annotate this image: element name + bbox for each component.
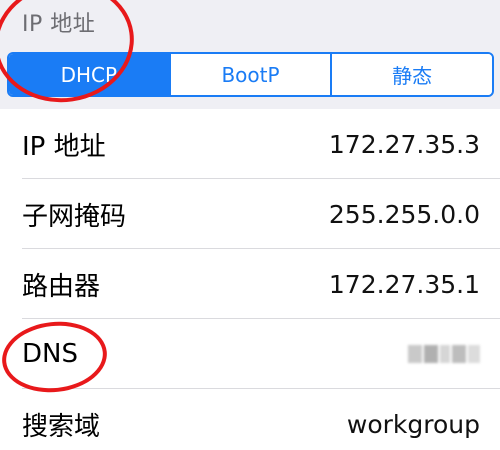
row-subnet-mask[interactable]: 子网掩码 255.255.0.0 xyxy=(0,179,500,249)
row-value: 255.255.0.0 xyxy=(328,199,480,229)
row-value: 172.27.35.3 xyxy=(328,129,480,159)
row-router[interactable]: 路由器 172.27.35.1 xyxy=(0,249,500,319)
row-label: 子网掩码 xyxy=(22,201,127,232)
ip-config-segmented-control[interactable]: DHCP BootP 静态 xyxy=(7,52,494,97)
segment-bootp[interactable]: BootP xyxy=(168,54,331,95)
segment-static[interactable]: 静态 xyxy=(330,54,492,95)
row-label: 搜索域 xyxy=(22,411,101,442)
row-value: workgroup xyxy=(346,409,480,439)
row-label: DNS xyxy=(22,339,78,369)
row-ip-address[interactable]: IP 地址 172.27.35.3 xyxy=(0,109,500,179)
section-header: IP 地址 xyxy=(0,0,500,40)
row-search-domains[interactable]: 搜索域 workgroup xyxy=(0,389,500,450)
row-label: IP 地址 xyxy=(22,131,106,162)
ip-settings-list: IP 地址 172.27.35.3 子网掩码 255.255.0.0 路由器 1… xyxy=(0,109,500,450)
redacted-dns-value xyxy=(408,343,480,365)
row-value: 172.27.35.1 xyxy=(328,269,480,299)
row-label: 路由器 xyxy=(22,271,101,302)
segment-dhcp[interactable]: DHCP xyxy=(9,54,169,95)
row-dns[interactable]: DNS xyxy=(0,319,500,389)
section-title: IP 地址 xyxy=(22,12,96,37)
